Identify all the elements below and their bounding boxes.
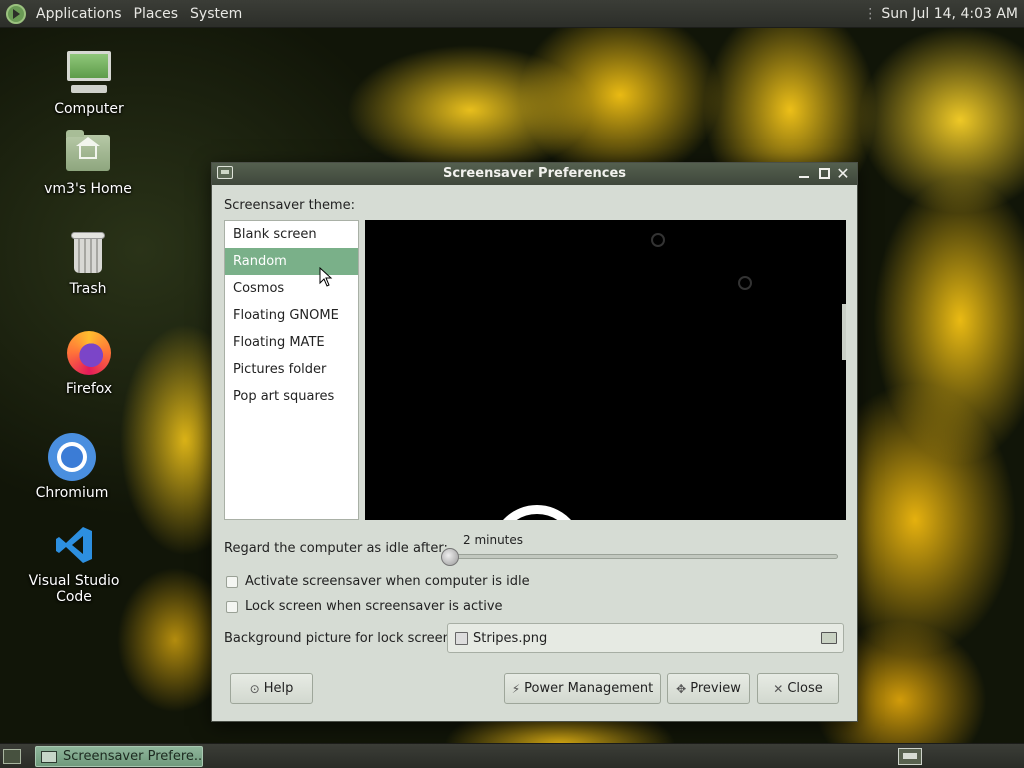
screensaver-preferences-dialog: Screensaver Preferences ✕ Screensaver th… [211, 162, 858, 722]
help-button-label: Help [263, 681, 294, 696]
close-button-label: Close [787, 681, 823, 696]
checkbox-box[interactable] [226, 600, 238, 613]
trash-icon [64, 229, 112, 277]
preview-button[interactable]: ✥ Preview [667, 673, 750, 704]
mouse-pointer-icon [319, 267, 333, 287]
minimize-icon [799, 176, 809, 178]
background-file-chooser[interactable]: Stripes.png [447, 623, 844, 653]
firefox-icon [65, 329, 113, 377]
menu-system[interactable]: System [184, 0, 248, 28]
activate-screensaver-label: Activate screensaver when computer is id… [245, 574, 530, 589]
floating-logo-icon [651, 233, 665, 247]
menu-applications[interactable]: Applications [30, 0, 128, 28]
theme-item-floating-gnome[interactable]: Floating GNOME [225, 302, 358, 329]
desktop-icon-label: Firefox [65, 381, 113, 397]
close-window-button[interactable]: ✕ [835, 166, 851, 182]
open-folder-icon[interactable] [821, 632, 837, 644]
taskbar-item-screensaver-preferences[interactable]: Screensaver Prefere... [35, 746, 203, 767]
power-management-label: Power Management [524, 681, 654, 696]
desktop-icon-home[interactable]: vm3's Home [28, 129, 148, 197]
top-panel: Applications Places System ⋮ Sun Jul 14,… [0, 0, 1024, 28]
background-file-name: Stripes.png [473, 630, 548, 646]
theme-item-pictures-folder[interactable]: Pictures folder [225, 356, 358, 383]
clock[interactable]: Sun Jul 14, 4:03 AM [881, 6, 1018, 22]
panel-handle-icon[interactable]: ⋮ [863, 6, 877, 22]
desktop-icon-label: Computer [54, 101, 124, 117]
desktop-icon-label: Visual Studio Code [28, 573, 120, 605]
background-picture-label: Background picture for lock screen: [224, 631, 456, 646]
preview-button-label: Preview [690, 681, 741, 696]
desktop-icon-label: Trash [69, 281, 107, 297]
titlebar[interactable]: Screensaver Preferences ✕ [212, 163, 857, 185]
theme-item-cosmos[interactable]: Cosmos [225, 275, 358, 302]
chromium-icon [48, 433, 96, 481]
fullscreen-icon: ✥ [676, 681, 687, 696]
vscode-icon [50, 521, 98, 569]
close-icon: ✕ [773, 681, 784, 696]
lock-screen-checkbox[interactable]: Lock screen when screensaver is active [226, 599, 503, 614]
mate-logo-icon [491, 505, 583, 520]
idle-label: Regard the computer as idle after: [224, 541, 448, 556]
desktop-icon-computer[interactable]: Computer [29, 49, 149, 117]
minimize-button[interactable] [796, 166, 812, 182]
theme-item-blank-screen[interactable]: Blank screen [225, 221, 358, 248]
floating-logo-icon [738, 276, 752, 290]
idle-slider-track[interactable] [444, 554, 838, 559]
desktop-icon-chromium[interactable]: Chromium [12, 433, 132, 501]
activate-screensaver-checkbox[interactable]: Activate screensaver when computer is id… [226, 574, 530, 589]
help-button[interactable]: ⊙ Help [230, 673, 313, 704]
taskbar-item-label: Screensaver Prefere... [63, 749, 203, 764]
theme-section-label: Screensaver theme: [224, 198, 355, 213]
screensaver-preview [365, 220, 846, 520]
desktop-icon-vscode[interactable]: Visual Studio Code [14, 521, 134, 605]
show-desktop-icon[interactable] [3, 749, 21, 764]
theme-item-floating-mate[interactable]: Floating MATE [225, 329, 358, 356]
desktop-icon-trash[interactable]: Trash [28, 229, 148, 297]
theme-item-pop-art-squares[interactable]: Pop art squares [225, 383, 358, 410]
dialog-title: Screensaver Preferences [442, 166, 627, 181]
desktop-icon-label: vm3's Home [44, 181, 132, 197]
home-folder-icon [64, 129, 112, 177]
power-management-button[interactable]: ⚡ Power Management [504, 673, 661, 704]
help-icon: ⊙ [249, 681, 260, 696]
computer-icon [65, 49, 113, 97]
maximize-icon [818, 168, 830, 179]
idle-slider-value: 2 minutes [463, 533, 524, 547]
image-file-icon [455, 631, 468, 645]
power-icon: ⚡ [511, 681, 521, 696]
desktop-icon-firefox[interactable]: Firefox [29, 329, 149, 397]
theme-item-random[interactable]: Random [225, 248, 358, 275]
desktop-icon-label: Chromium [35, 485, 109, 501]
idle-slider-knob[interactable] [441, 548, 459, 566]
theme-list[interactable]: Blank screen Random Cosmos Floating GNOM… [224, 220, 359, 520]
close-button[interactable]: ✕ Close [757, 673, 839, 704]
bottom-panel: Screensaver Prefere... [0, 743, 1024, 768]
maximize-button[interactable] [816, 166, 832, 182]
preview-edge [842, 304, 846, 360]
lock-screen-label: Lock screen when screensaver is active [245, 599, 503, 614]
menu-places[interactable]: Places [128, 0, 185, 28]
checkbox-box[interactable] [226, 575, 238, 588]
workspace-switcher-icon[interactable] [898, 748, 922, 765]
mate-logo-icon[interactable] [6, 3, 26, 24]
screensaver-app-icon [41, 750, 57, 763]
